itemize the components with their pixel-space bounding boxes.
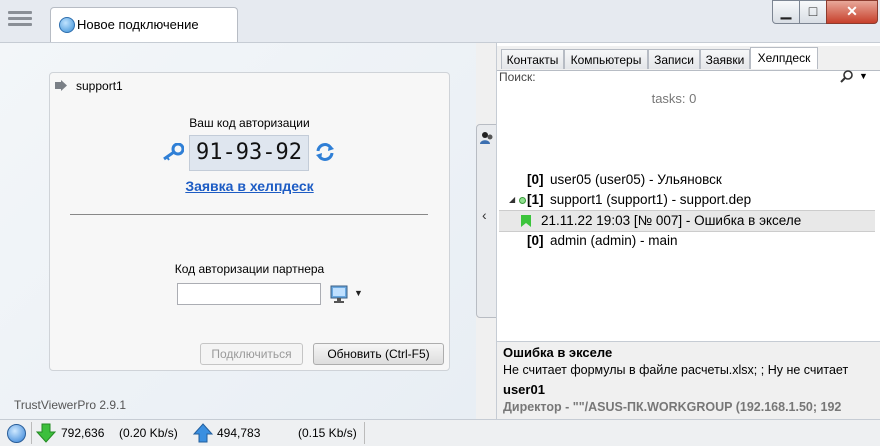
chevron-left-icon[interactable]: ‹ bbox=[482, 207, 487, 223]
helpdesk-request-link[interactable]: Заявка в хелпдеск bbox=[50, 178, 449, 194]
panel-splitter[interactable]: ‹ bbox=[476, 124, 498, 318]
details-title: Ошибка в экселе bbox=[503, 345, 613, 360]
upload-rate: (0.15 Kb/s) bbox=[298, 426, 357, 440]
partner-code-input[interactable] bbox=[177, 283, 321, 305]
tab-computers[interactable]: Компьютеры bbox=[564, 49, 648, 69]
refresh-icon[interactable] bbox=[315, 142, 335, 162]
globe-icon bbox=[59, 17, 75, 33]
right-tabs: Контакты Компьютеры Записи Заявки Хелпде… bbox=[497, 46, 880, 71]
search-label: Поиск: bbox=[499, 70, 536, 84]
minimize-button[interactable]: ▁ bbox=[772, 0, 800, 24]
divider bbox=[70, 214, 428, 215]
status-dot-icon bbox=[519, 197, 526, 204]
request-details: Ошибка в экселе Не считает формулы в фай… bbox=[497, 341, 880, 420]
tab-new-connection[interactable]: Новое подключение bbox=[50, 7, 238, 42]
auth-code: 91-93-92 bbox=[189, 135, 309, 171]
tab-helpdesk[interactable]: Хелпдеск bbox=[750, 47, 818, 69]
upload-bytes: 494,783 bbox=[217, 426, 261, 440]
auth-code-title: Ваш код авторизации bbox=[189, 116, 310, 130]
users-icon bbox=[480, 132, 493, 144]
chevron-down-icon[interactable]: ▼ bbox=[354, 288, 363, 298]
tab-label: Новое подключение bbox=[77, 17, 199, 32]
status-bar: 792,636 (0.20 Kb/s) 494,783 (0.15 Kb/s) bbox=[0, 419, 880, 446]
monitor-icon[interactable] bbox=[329, 284, 349, 304]
details-description: Не считает формулы в файле расчеты.xlsx;… bbox=[503, 363, 849, 377]
selected-request-row[interactable]: 21.11.22 19:03 [№ 007] - Ошибка в экселе bbox=[499, 210, 875, 232]
flag-icon bbox=[521, 215, 531, 227]
partner-code-label: Код авторизации партнера bbox=[174, 262, 325, 276]
search-icon[interactable] bbox=[840, 70, 853, 83]
update-button[interactable]: Обновить (Ctrl-F5) bbox=[313, 343, 444, 365]
item-text: user05 (user05) - Ульяновск bbox=[550, 172, 722, 187]
tab-contacts[interactable]: Контакты bbox=[501, 49, 564, 69]
item-text: admin (admin) - main bbox=[550, 233, 678, 248]
tasks-count: tasks: 0 bbox=[651, 91, 697, 106]
chevron-down-icon[interactable]: ▼ bbox=[859, 71, 868, 81]
expand-arrow-icon[interactable]: ◢ bbox=[509, 190, 515, 210]
list-item[interactable]: [0] admin (admin) - main bbox=[497, 231, 880, 251]
separator bbox=[31, 422, 32, 444]
separator bbox=[364, 422, 365, 444]
download-rate: (0.20 Kb/s) bbox=[119, 426, 178, 440]
item-text: 21.11.22 19:03 [№ 007] - Ошибка в экселе bbox=[541, 213, 802, 228]
tab-requests[interactable]: Заявки bbox=[700, 49, 750, 69]
upload-arrow-icon bbox=[193, 423, 213, 443]
menu-icon[interactable] bbox=[7, 8, 33, 32]
globe-icon[interactable] bbox=[7, 424, 26, 443]
key-icon bbox=[163, 143, 184, 161]
auth-card: support1 Ваш код авторизации 91-93-92 За… bbox=[49, 72, 450, 371]
user-arrow-icon bbox=[55, 80, 67, 91]
helpdesk-panel: Контакты Компьютеры Записи Заявки Хелпде… bbox=[496, 43, 880, 420]
item-index: [1] bbox=[527, 192, 544, 207]
close-button[interactable]: ✕ bbox=[826, 0, 878, 24]
tab-records[interactable]: Записи bbox=[648, 49, 700, 69]
item-text: support1 (support1) - support.dep bbox=[550, 192, 752, 207]
item-index: [0] bbox=[527, 233, 544, 248]
download-bytes: 792,636 bbox=[61, 426, 105, 440]
list-item[interactable]: ◢ [1] support1 (support1) - support.dep bbox=[497, 190, 880, 210]
connect-button[interactable]: Подключиться bbox=[200, 343, 303, 365]
download-arrow-icon bbox=[36, 423, 56, 443]
title-bar: Новое подключение ▁ □ ✕ bbox=[0, 0, 880, 43]
current-user: support1 bbox=[76, 79, 123, 93]
details-info: Директор - ""/ASUS-ПК.WORKGROUP (192.168… bbox=[503, 400, 842, 414]
details-user: user01 bbox=[503, 382, 545, 397]
maximize-button[interactable]: □ bbox=[799, 0, 827, 24]
item-index: [0] bbox=[527, 172, 544, 187]
app-version: TrustViewerPro 2.9.1 bbox=[14, 398, 127, 412]
list-item[interactable]: [0] user05 (user05) - Ульяновск bbox=[497, 170, 880, 190]
